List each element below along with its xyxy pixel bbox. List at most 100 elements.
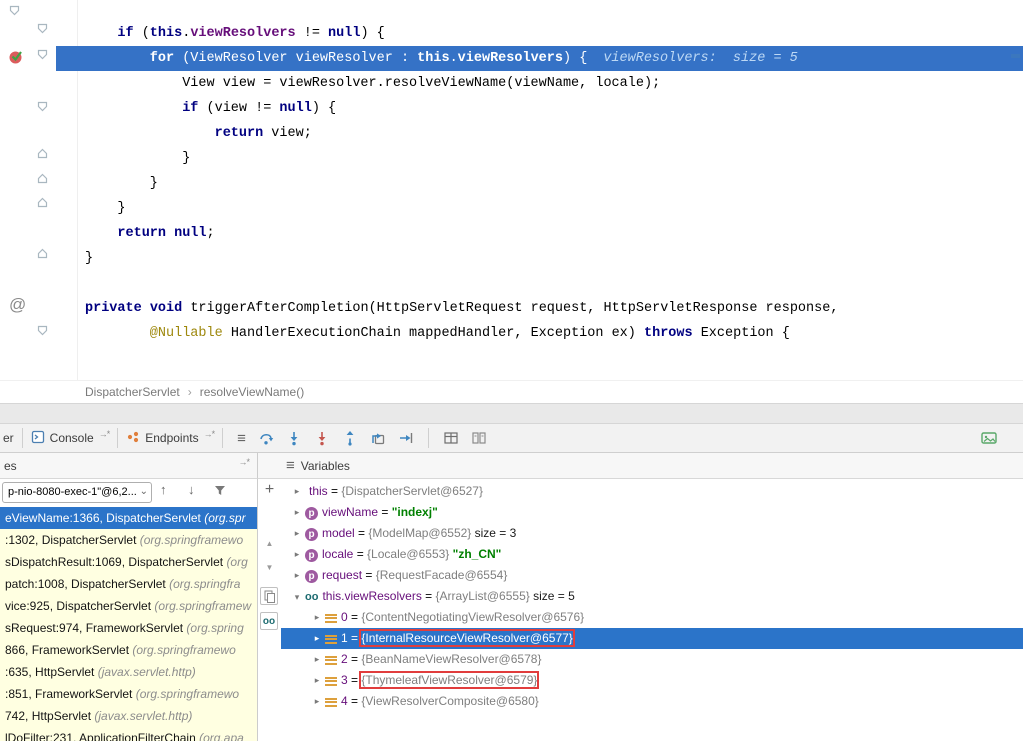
code-line[interactable]: private void triggerAfterCompletion(Http… xyxy=(0,296,1023,321)
fold-marker-icon[interactable] xyxy=(8,4,21,22)
scrollbar-execution-marker[interactable] xyxy=(1011,54,1020,58)
show-watches-glasses-icon[interactable]: oo xyxy=(260,612,278,630)
code-line[interactable]: } xyxy=(0,196,1023,221)
variable-row[interactable]: ▸plocale = {Locale@6553} "zh_CN" xyxy=(281,544,1023,565)
tab-console[interactable]: Console →* xyxy=(31,430,110,447)
splitter-band[interactable] xyxy=(0,403,1023,424)
frame-row[interactable]: sDispatchResult:1069, DispatcherServlet … xyxy=(0,551,257,573)
variables-panel[interactable]: ▸this = {DispatcherServlet@6527}▸pviewNa… xyxy=(281,479,1023,741)
force-step-into-icon[interactable] xyxy=(314,430,330,446)
variables-header-label: Variables xyxy=(301,459,350,473)
variable-row[interactable]: ▸4 = {ViewResolverComposite@6580} xyxy=(281,691,1023,712)
code-line[interactable]: if (view != null) { xyxy=(0,96,1023,121)
frames-pin-icon[interactable]: →* xyxy=(238,457,249,467)
frame-row[interactable]: patch:1008, DispatcherServlet (org.sprin… xyxy=(0,573,257,595)
variables-tree: ▸this = {DispatcherServlet@6527}▸pviewNa… xyxy=(281,481,1023,712)
step-into-icon[interactable] xyxy=(286,430,302,446)
watch-glasses-icon: oo xyxy=(305,591,318,603)
frame-row[interactable]: vice:925, DispatcherServlet (org.springf… xyxy=(0,595,257,617)
chevron-right-icon[interactable]: ▸ xyxy=(309,649,325,670)
breadcrumb-class[interactable]: DispatcherServlet xyxy=(85,385,180,399)
separator xyxy=(222,428,223,448)
variable-row[interactable]: ▸3 = {ThymeleafViewResolver@6579} xyxy=(281,670,1023,691)
tab-debugger-partial[interactable]: er xyxy=(3,431,14,445)
code-line[interactable]: if (this.viewResolvers != null) { xyxy=(0,21,1023,46)
frame-row[interactable]: :851, FrameworkServlet (org.springframew… xyxy=(0,683,257,705)
frame-row[interactable]: lDoFilter:231, ApplicationFilterChain (o… xyxy=(0,727,257,741)
tab-endpoints[interactable]: Endpoints →* xyxy=(126,430,214,447)
variable-row[interactable]: ▸this = {DispatcherServlet@6527} xyxy=(281,481,1023,502)
breadcrumb: DispatcherServlet › resolveViewName() xyxy=(0,380,1023,403)
code-line[interactable]: @Nullable HandlerExecutionChain mappedHa… xyxy=(0,321,1023,346)
chevron-right-icon[interactable]: ▸ xyxy=(289,565,305,586)
chevron-right-icon[interactable]: ▸ xyxy=(309,628,325,649)
code-area[interactable]: if (this.viewResolvers != null) {for (Vi… xyxy=(0,21,1023,346)
navigate-down-icon[interactable]: ↓ xyxy=(188,482,195,497)
thread-dropdown[interactable]: p-nio-8080-exec-1"@6,2... ⌄ xyxy=(2,482,152,503)
chevron-right-icon[interactable]: ▸ xyxy=(289,481,305,502)
chevron-down-icon[interactable]: ▾ xyxy=(289,587,305,608)
parameter-icon: p xyxy=(305,570,318,583)
breadcrumb-method[interactable]: resolveViewName() xyxy=(200,385,304,399)
annotated-value: {InternalResourceViewResolver@6577} xyxy=(361,631,572,645)
scroll-down-icon[interactable]: ▼ xyxy=(261,563,278,572)
frame-row[interactable]: eViewName:1366, DispatcherServlet (org.s… xyxy=(0,507,257,529)
filter-funnel-icon[interactable] xyxy=(214,485,226,500)
frames-panel-header: es →* xyxy=(0,453,258,479)
frame-row[interactable]: 866, FrameworkServlet (org.springframewo xyxy=(0,639,257,661)
code-line[interactable]: } xyxy=(0,171,1023,196)
code-line[interactable]: } xyxy=(0,246,1023,271)
screenshot-icon[interactable] xyxy=(981,431,997,445)
tab-endpoints-label: Endpoints xyxy=(145,431,198,445)
frame-row[interactable]: sRequest:974, FrameworkServlet (org.spri… xyxy=(0,617,257,639)
value: {ModelMap@6552} xyxy=(368,526,471,540)
scroll-up-icon[interactable]: ▲ xyxy=(261,539,278,548)
step-over-icon[interactable] xyxy=(258,430,274,446)
variable-row[interactable]: ▸pmodel = {ModelMap@6552} size = 3 xyxy=(281,523,1023,544)
copy-icon[interactable] xyxy=(260,587,278,605)
step-out-icon[interactable] xyxy=(342,430,358,446)
frame-row[interactable]: 742, HttpServlet (javax.servlet.http) xyxy=(0,705,257,727)
value: "indexj" xyxy=(392,505,438,519)
variables-menu-icon[interactable]: ≡ xyxy=(286,457,295,474)
variable-row[interactable]: ▾oothis.viewResolvers = {ArrayList@6555}… xyxy=(281,586,1023,607)
frames-tab-partial-label[interactable]: es xyxy=(4,459,17,473)
add-watch-icon[interactable]: + xyxy=(261,481,278,499)
parameter-icon: p xyxy=(305,549,318,562)
tab-jump-icon: →* xyxy=(204,429,215,439)
annotated-value: {ThymeleafViewResolver@6579} xyxy=(361,673,537,687)
code-line[interactable] xyxy=(0,271,1023,296)
variable-row[interactable]: ▸0 = {ContentNegotiatingViewResolver@657… xyxy=(281,607,1023,628)
table-view-icon[interactable] xyxy=(443,430,459,446)
layout-menu-icon[interactable]: ≡ xyxy=(237,430,246,447)
chevron-right-icon[interactable]: ▸ xyxy=(309,691,325,712)
frame-row[interactable]: :635, HttpServlet (javax.servlet.http) xyxy=(0,661,257,683)
columns-layout-icon[interactable] xyxy=(471,430,487,446)
variable-row[interactable]: ▸2 = {BeanNameViewResolver@6578} xyxy=(281,649,1023,670)
execution-line[interactable]: for (ViewResolver viewResolver : this.vi… xyxy=(56,46,1023,71)
code-line[interactable]: return null; xyxy=(0,221,1023,246)
code-line[interactable]: View view = viewResolver.resolveViewName… xyxy=(0,71,1023,96)
frame-row[interactable]: :1302, DispatcherServlet (org.springfram… xyxy=(0,529,257,551)
separator xyxy=(117,428,118,448)
frames-list[interactable]: eViewName:1366, DispatcherServlet (org.s… xyxy=(0,507,258,741)
code-line[interactable]: } xyxy=(0,146,1023,171)
variable-row[interactable]: ▸pviewName = "indexj" xyxy=(281,502,1023,523)
chevron-right-icon[interactable]: ▸ xyxy=(289,523,305,544)
parameter-icon: p xyxy=(305,528,318,541)
drop-frame-icon[interactable] xyxy=(370,430,386,446)
chevron-right-icon[interactable]: ▸ xyxy=(289,544,305,565)
run-to-cursor-icon[interactable] xyxy=(398,430,414,446)
value: {ViewResolverComposite@6580} xyxy=(361,694,538,708)
chevron-right-icon[interactable]: ▸ xyxy=(289,502,305,523)
ide-window: @ if (this.viewResolvers != null) {for (… xyxy=(0,0,1023,741)
chevron-right-icon[interactable]: ▸ xyxy=(309,607,325,628)
chevron-right-icon[interactable]: ▸ xyxy=(309,670,325,691)
code-line[interactable]: return view; xyxy=(0,121,1023,146)
code-editor[interactable]: @ if (this.viewResolvers != null) {for (… xyxy=(0,0,1023,380)
value: {ArrayList@6555} xyxy=(436,589,530,603)
navigate-up-icon[interactable]: ↑ xyxy=(160,482,167,497)
variable-row[interactable]: ▸1 = {InternalResourceViewResolver@6577} xyxy=(281,628,1023,649)
variable-row[interactable]: ▸prequest = {RequestFacade@6554} xyxy=(281,565,1023,586)
value: {DispatcherServlet@6527} xyxy=(341,484,483,498)
